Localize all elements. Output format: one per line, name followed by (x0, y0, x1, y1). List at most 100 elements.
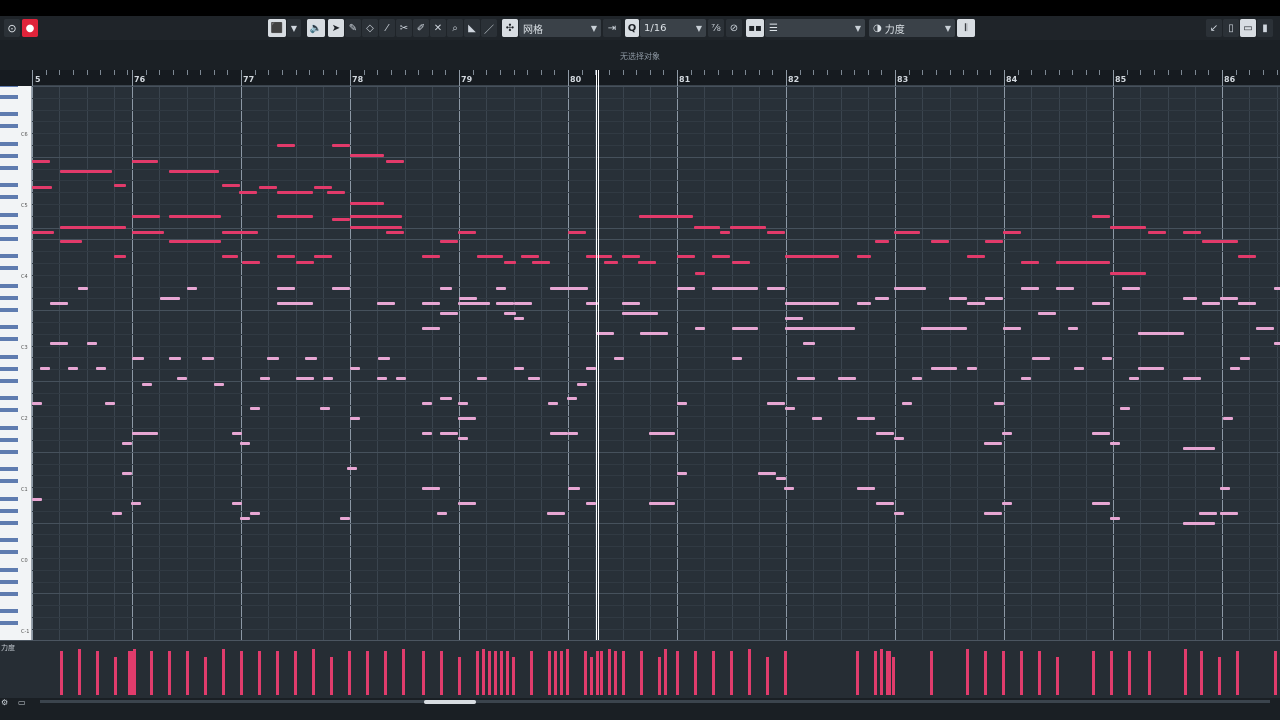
accompaniment-note[interactable] (250, 512, 260, 515)
scrollbar-thumb[interactable] (424, 700, 476, 704)
accompaniment-note[interactable] (458, 402, 468, 405)
black-key[interactable] (0, 378, 18, 383)
accompaniment-note[interactable] (440, 287, 452, 290)
velocity-bar[interactable] (566, 649, 569, 695)
velocity-bar[interactable] (530, 651, 533, 695)
black-key[interactable] (0, 449, 18, 454)
accompaniment-note[interactable] (568, 287, 588, 290)
velocity-bar[interactable] (600, 651, 603, 695)
velocity-bar[interactable] (494, 651, 497, 695)
accompaniment-note[interactable] (122, 442, 132, 445)
velocity-bar[interactable] (482, 649, 485, 695)
black-key[interactable] (0, 283, 18, 288)
velocity-bar[interactable] (78, 649, 81, 695)
velocity-bar[interactable] (658, 657, 661, 695)
black-key[interactable] (0, 236, 18, 241)
accompaniment-note[interactable] (437, 512, 447, 515)
accompaniment-note[interactable] (422, 432, 432, 435)
accompaniment-note[interactable] (250, 407, 260, 410)
accompaniment-note[interactable] (132, 357, 144, 360)
melody-note[interactable] (639, 215, 693, 218)
black-key[interactable] (0, 307, 18, 312)
accompaniment-note[interactable] (68, 367, 78, 370)
black-key[interactable] (0, 366, 18, 371)
accompaniment-note[interactable] (277, 287, 295, 290)
accompaniment-note[interactable] (876, 502, 894, 505)
accompaniment-note[interactable] (875, 297, 889, 300)
melody-note[interactable] (350, 154, 384, 157)
accompaniment-note[interactable] (784, 487, 794, 490)
accompaniment-note[interactable] (857, 417, 875, 420)
accompaniment-note[interactable] (240, 442, 250, 445)
velocity-bar[interactable] (422, 651, 425, 695)
accompaniment-note[interactable] (214, 383, 224, 386)
accompaniment-note[interactable] (1238, 302, 1256, 305)
velocity-bar[interactable] (676, 651, 679, 695)
accompaniment-note[interactable] (422, 327, 440, 330)
accompaniment-note[interactable] (797, 377, 815, 380)
black-key[interactable] (0, 266, 18, 271)
velocity-bar[interactable] (622, 651, 625, 695)
accompaniment-note[interactable] (142, 383, 152, 386)
timeline-ruler[interactable]: 5 76 77 78 79 80 81 82 83 84 85 86 (32, 70, 1280, 86)
black-key[interactable] (0, 567, 18, 572)
melody-note[interactable] (712, 255, 730, 258)
black-key[interactable] (0, 153, 18, 158)
accompaniment-note[interactable] (187, 287, 197, 290)
accompaniment-note[interactable] (1220, 297, 1238, 300)
accompaniment-note[interactable] (894, 512, 904, 515)
accompaniment-note[interactable] (586, 367, 596, 370)
melody-note[interactable] (60, 226, 126, 229)
melody-note[interactable] (314, 255, 332, 258)
velocity-bar[interactable] (276, 651, 279, 695)
velocity-bar[interactable] (608, 649, 611, 695)
melody-note[interactable] (477, 255, 503, 258)
melody-note[interactable] (732, 261, 750, 264)
black-key[interactable] (0, 112, 18, 117)
melody-note[interactable] (458, 231, 476, 234)
pencil-tool[interactable]: ✎ (345, 19, 361, 37)
accompaniment-note[interactable] (985, 297, 1003, 300)
black-key[interactable] (0, 621, 18, 626)
accompaniment-note[interactable] (87, 342, 97, 345)
accompaniment-note[interactable] (812, 417, 822, 420)
velocity-bar[interactable] (258, 651, 261, 695)
velocity-bar[interactable] (133, 649, 136, 695)
melody-note[interactable] (875, 240, 889, 243)
melody-note[interactable] (767, 231, 785, 234)
accompaniment-note[interactable] (232, 502, 242, 505)
lane-settings-icon[interactable]: ⚙ (1, 698, 8, 707)
velocity-bar[interactable] (730, 651, 733, 695)
velocity-bar[interactable] (458, 657, 461, 695)
pointer-tool[interactable]: ➤ (328, 19, 344, 37)
velocity-bar[interactable] (614, 651, 617, 695)
melody-note[interactable] (857, 255, 871, 258)
accompaniment-note[interactable] (1002, 502, 1012, 505)
mute-tool[interactable]: ✕ (430, 19, 446, 37)
accompaniment-note[interactable] (514, 317, 524, 320)
iterative-quantize-button[interactable]: ⊘ (726, 19, 742, 37)
accompaniment-note[interactable] (1223, 417, 1233, 420)
melody-note[interactable] (332, 144, 350, 147)
melody-note[interactable] (1021, 261, 1039, 264)
black-key[interactable] (0, 295, 18, 300)
melody-note[interactable] (931, 240, 949, 243)
trim-tool[interactable]: ◣ (464, 19, 480, 37)
melody-note[interactable] (386, 160, 404, 163)
melody-note[interactable] (677, 255, 695, 258)
melody-note[interactable] (32, 186, 52, 189)
black-key[interactable] (0, 354, 18, 359)
black-key[interactable] (0, 550, 18, 555)
velocity-bar[interactable] (874, 651, 877, 695)
accompaniment-note[interactable] (1120, 407, 1130, 410)
black-key[interactable] (0, 609, 18, 614)
velocity-bar[interactable] (1056, 657, 1059, 695)
accompaniment-note[interactable] (440, 312, 458, 315)
accompaniment-note[interactable] (931, 367, 957, 370)
accompaniment-note[interactable] (32, 402, 42, 405)
length-quantize-button[interactable]: ⅞ (708, 19, 724, 37)
melody-note[interactable] (730, 226, 766, 229)
accompaniment-note[interactable] (260, 377, 270, 380)
black-key[interactable] (0, 124, 18, 129)
melody-note[interactable] (422, 255, 440, 258)
